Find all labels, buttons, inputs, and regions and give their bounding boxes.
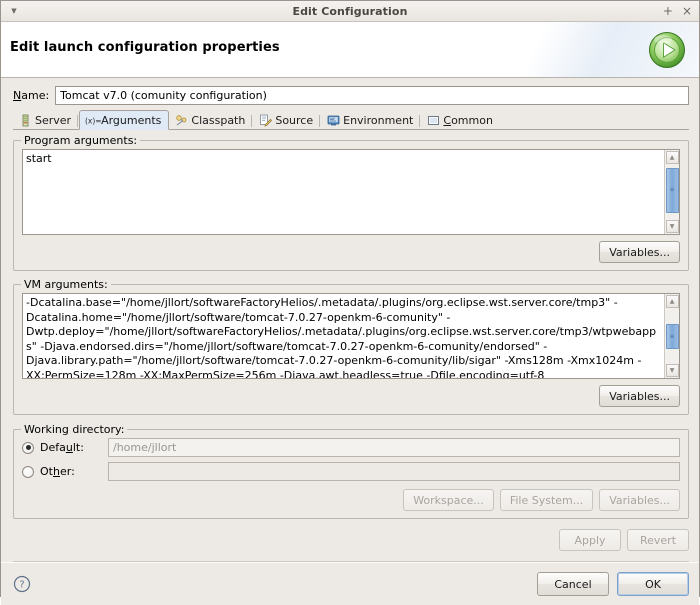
tab-label: Server — [35, 114, 71, 127]
scroll-down-icon[interactable]: ▼ — [666, 220, 679, 233]
tab-label: Arguments — [101, 114, 161, 127]
svg-text:?: ? — [19, 580, 24, 591]
working-directory-other-row: Other: — [22, 461, 680, 482]
revert-button[interactable]: Revert — [627, 529, 689, 551]
tab-common[interactable]: Common — [421, 111, 501, 129]
vm-arguments-field[interactable]: -Dcatalina.base="/home/jllort/softwareFa… — [22, 293, 680, 379]
workspace-button[interactable]: Workspace... — [403, 489, 494, 511]
program-arguments-field[interactable]: start ▲ ≡ ▼ — [22, 149, 680, 235]
default-directory-input — [108, 438, 680, 457]
scroll-grip-icon: ≡ — [669, 335, 674, 339]
vm-arguments-group: VM arguments: -Dcatalina.base="/home/jll… — [13, 284, 689, 415]
working-directory-group: Working directory: Default: Other: Works… — [13, 429, 689, 519]
page-title: Edit launch configuration properties — [10, 40, 280, 55]
ok-button[interactable]: OK — [617, 572, 689, 596]
tab-label: Environment — [343, 114, 413, 127]
tab-environment[interactable]: Environment — [321, 111, 421, 129]
vm-arguments-actions: Variables... — [22, 385, 680, 407]
edit-configuration-dialog: ▼ Edit Configuration + × Edit launch con… — [0, 0, 700, 597]
scroll-up-icon[interactable]: ▲ — [666, 295, 679, 308]
cancel-button[interactable]: Cancel — [537, 572, 609, 596]
program-arguments-actions: Variables... — [22, 241, 680, 263]
window-controls: + × — [663, 5, 699, 17]
scroll-up-icon[interactable]: ▲ — [666, 151, 679, 164]
scroll-thumb[interactable]: ≡ — [666, 324, 679, 349]
title-bar: ▼ Edit Configuration + × — [1, 1, 699, 22]
svg-text:(x)=: (x)= — [85, 116, 101, 125]
dialog-footer: ? Cancel OK — [1, 562, 699, 605]
tab-strip: Server (x)= Arguments — [13, 110, 689, 130]
scroll-track[interactable]: ≡ — [666, 309, 679, 363]
default-label: Default: — [40, 441, 108, 454]
tab-label: Source — [275, 114, 313, 127]
other-radio[interactable] — [22, 466, 34, 478]
program-arguments-text[interactable]: start — [23, 150, 664, 234]
program-arguments-group: Program arguments: start ▲ ≡ ▼ Variables… — [13, 140, 689, 271]
program-arguments-scrollbar[interactable]: ▲ ≡ ▼ — [664, 150, 679, 234]
scroll-track[interactable]: ≡ — [666, 165, 679, 219]
working-directory-default-row: Default: — [22, 437, 680, 458]
working-directory-legend: Working directory: — [21, 423, 127, 436]
program-arguments-legend: Program arguments: — [21, 134, 140, 147]
common-icon — [427, 114, 440, 127]
source-icon — [259, 114, 272, 127]
dialog-body: Name: Server — [1, 78, 699, 562]
tab-source[interactable]: Source — [253, 111, 321, 129]
dialog-header: Edit launch configuration properties — [1, 22, 699, 78]
triangle-down-icon[interactable]: ▼ — [1, 8, 27, 15]
scroll-thumb[interactable]: ≡ — [666, 168, 679, 213]
working-directory-buttons: Workspace... File System... Variables... — [22, 489, 680, 511]
close-icon[interactable]: × — [682, 5, 692, 17]
program-variables-button[interactable]: Variables... — [599, 241, 680, 263]
tab-label: Common — [443, 114, 493, 127]
dialog-buttons: Cancel OK — [537, 572, 689, 596]
name-input[interactable] — [55, 86, 689, 105]
apply-revert-row: Apply Revert — [13, 529, 689, 562]
maximize-icon[interactable]: + — [663, 5, 673, 17]
run-green-play-icon — [647, 30, 687, 70]
default-radio[interactable] — [22, 442, 34, 454]
tab-server[interactable]: Server — [13, 111, 79, 129]
scroll-grip-icon: ≡ — [669, 188, 674, 192]
file-system-button[interactable]: File System... — [500, 489, 593, 511]
server-icon — [19, 114, 32, 127]
arguments-icon: (x)= — [85, 114, 98, 127]
scroll-down-icon[interactable]: ▼ — [666, 364, 679, 377]
classpath-icon — [175, 114, 188, 127]
environment-icon — [327, 114, 340, 127]
other-label: Other: — [40, 465, 108, 478]
tab-arguments[interactable]: (x)= Arguments — [79, 110, 169, 130]
vm-arguments-legend: VM arguments: — [21, 278, 111, 291]
vm-arguments-text[interactable]: -Dcatalina.base="/home/jllort/softwareFa… — [23, 294, 664, 378]
help-question-icon[interactable]: ? — [13, 575, 31, 593]
window-title: Edit Configuration — [1, 5, 699, 18]
name-label: Name: — [13, 89, 49, 102]
apply-button[interactable]: Apply — [559, 529, 621, 551]
tab-label: Classpath — [191, 114, 245, 127]
name-row: Name: — [1, 78, 699, 109]
working-dir-variables-button[interactable]: Variables... — [599, 489, 680, 511]
tab-classpath[interactable]: Classpath — [169, 111, 253, 129]
vm-variables-button[interactable]: Variables... — [599, 385, 680, 407]
other-directory-input[interactable] — [108, 462, 680, 481]
vm-arguments-scrollbar[interactable]: ▲ ≡ ▼ — [664, 294, 679, 378]
